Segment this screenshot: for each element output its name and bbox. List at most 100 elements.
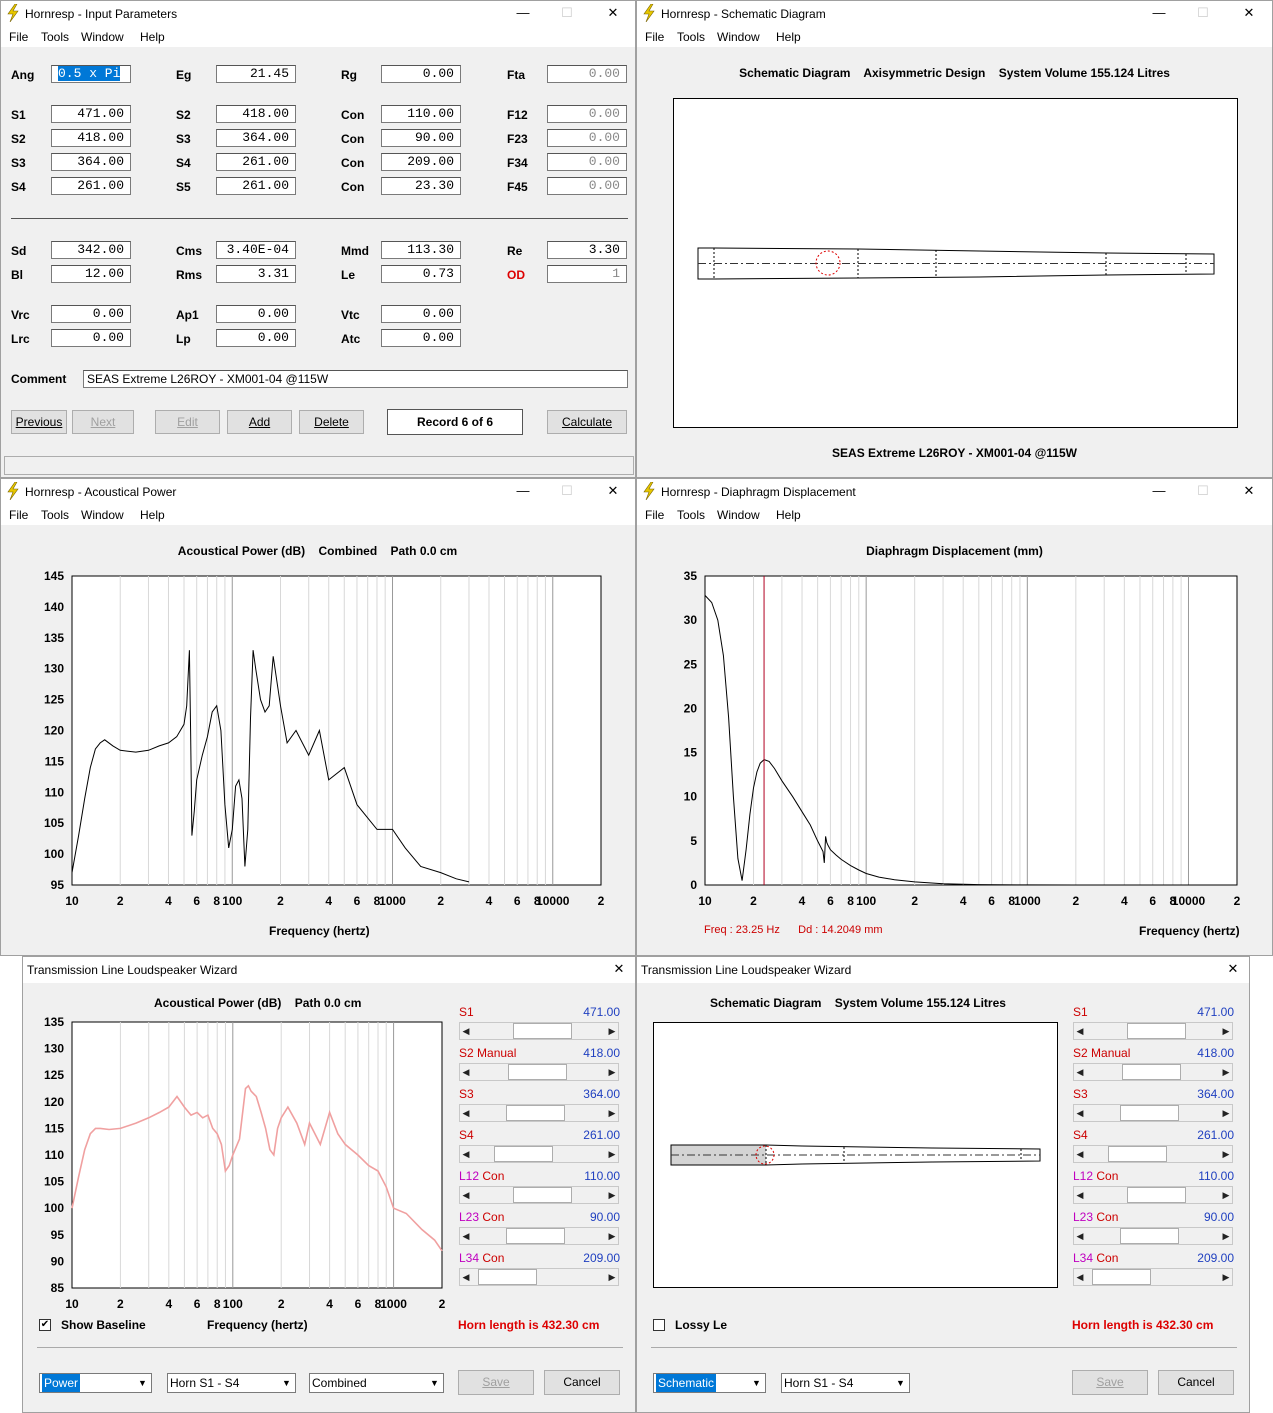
comment-input[interactable]: SEAS Extreme L26ROY - XM001-04 @115W	[83, 370, 628, 388]
param-field-fta[interactable]: 0.00	[547, 65, 627, 83]
param-field-con[interactable]: 110.00	[381, 105, 461, 123]
view-dropdown[interactable]: Power ▼	[39, 1373, 152, 1393]
arrow-left-icon[interactable]: ◀	[1074, 1065, 1086, 1079]
slider-l23[interactable]: ◀ ▶	[1073, 1227, 1233, 1245]
slider-thumb[interactable]	[1127, 1187, 1186, 1203]
param-field-re[interactable]: 3.30	[547, 241, 627, 259]
param-field-f34[interactable]: 0.00	[547, 153, 627, 171]
add-button[interactable]: Add	[227, 410, 292, 434]
param-field-s3[interactable]: 364.00	[51, 153, 131, 171]
arrow-right-icon[interactable]: ▶	[606, 1229, 618, 1243]
slider-s1[interactable]: ◀ ▶	[1073, 1022, 1233, 1040]
save-button[interactable]: Save	[1072, 1370, 1148, 1395]
slider-thumb[interactable]	[1120, 1105, 1179, 1121]
previous-button[interactable]: Previous	[11, 410, 67, 434]
menu-window[interactable]: Window	[717, 30, 760, 44]
param-field-rms[interactable]: 3.31	[216, 265, 296, 283]
param-field-lrc[interactable]: 0.00	[51, 329, 131, 347]
slider-thumb[interactable]	[506, 1105, 565, 1121]
arrow-left-icon[interactable]: ◀	[1074, 1106, 1086, 1120]
arrow-left-icon[interactable]: ◀	[460, 1024, 472, 1038]
edit-button[interactable]: Edit	[155, 410, 220, 434]
slider-l12[interactable]: ◀ ▶	[1073, 1186, 1233, 1204]
path-dropdown[interactable]: Combined ▼	[309, 1373, 444, 1393]
arrow-left-icon[interactable]: ◀	[460, 1065, 472, 1079]
param-field-bl[interactable]: 12.00	[51, 265, 131, 283]
slider-s3[interactable]: ◀ ▶	[459, 1104, 619, 1122]
param-field-mmd[interactable]: 113.30	[381, 241, 461, 259]
param-field-con[interactable]: 90.00	[381, 129, 461, 147]
param-field-vrc[interactable]: 0.00	[51, 305, 131, 323]
slider-l12[interactable]: ◀ ▶	[459, 1186, 619, 1204]
param-field-od[interactable]: 1	[547, 265, 627, 283]
menu-help[interactable]: Help	[140, 30, 165, 44]
menu-tools[interactable]: Tools	[677, 30, 705, 44]
slider-s4[interactable]: ◀ ▶	[1073, 1145, 1233, 1163]
horn-range-dropdown[interactable]: Horn S1 - S4 ▼	[781, 1373, 910, 1393]
param-field-s2[interactable]: 418.00	[51, 129, 131, 147]
arrow-right-icon[interactable]: ▶	[1220, 1106, 1232, 1120]
param-field-s1[interactable]: 471.00	[51, 105, 131, 123]
slider-thumb[interactable]	[1122, 1064, 1181, 1080]
arrow-right-icon[interactable]: ▶	[1220, 1024, 1232, 1038]
slider-thumb[interactable]	[1127, 1023, 1186, 1039]
maximize-icon[interactable]: ☐	[557, 5, 577, 21]
slider-thumb[interactable]	[508, 1064, 567, 1080]
arrow-right-icon[interactable]: ▶	[1220, 1065, 1232, 1079]
view-dropdown[interactable]: Schematic ▼	[653, 1373, 766, 1393]
slider-thumb[interactable]	[494, 1146, 553, 1162]
param-field-s4[interactable]: 261.00	[216, 153, 296, 171]
menu-window[interactable]: Window	[81, 30, 124, 44]
menu-file[interactable]: File	[645, 30, 664, 44]
arrow-right-icon[interactable]: ▶	[606, 1270, 618, 1284]
arrow-right-icon[interactable]: ▶	[1220, 1270, 1232, 1284]
minimize-icon[interactable]: —	[1149, 5, 1169, 21]
calculate-button[interactable]: Calculate	[547, 410, 627, 434]
slider-thumb[interactable]	[513, 1187, 572, 1203]
arrow-right-icon[interactable]: ▶	[606, 1024, 618, 1038]
param-field-ang[interactable]: 0.5 x Pi	[51, 65, 131, 83]
lossy-le-checkbox[interactable]	[653, 1319, 665, 1331]
arrow-left-icon[interactable]: ◀	[1074, 1147, 1086, 1161]
show-baseline-checkbox[interactable]: ✔	[39, 1319, 51, 1331]
param-field-sd[interactable]: 342.00	[51, 241, 131, 259]
slider-l34[interactable]: ◀ ▶	[459, 1268, 619, 1286]
arrow-right-icon[interactable]: ▶	[1220, 1229, 1232, 1243]
slider-s1[interactable]: ◀ ▶	[459, 1022, 619, 1040]
param-field-con[interactable]: 209.00	[381, 153, 461, 171]
param-field-eg[interactable]: 21.45	[216, 65, 296, 83]
delete-button[interactable]: Delete	[299, 410, 364, 434]
slider-l34[interactable]: ◀ ▶	[1073, 1268, 1233, 1286]
param-field-f12[interactable]: 0.00	[547, 105, 627, 123]
maximize-icon[interactable]: ☐	[1193, 5, 1213, 21]
slider-thumb[interactable]	[1120, 1228, 1179, 1244]
cancel-button[interactable]: Cancel	[1158, 1370, 1234, 1395]
arrow-left-icon[interactable]: ◀	[1074, 1024, 1086, 1038]
menu-help[interactable]: Help	[776, 30, 801, 44]
param-field-vtc[interactable]: 0.00	[381, 305, 461, 323]
close-icon[interactable]: ✕	[1239, 5, 1259, 21]
arrow-left-icon[interactable]: ◀	[460, 1229, 472, 1243]
menu-file[interactable]: File	[9, 30, 28, 44]
param-field-lp[interactable]: 0.00	[216, 329, 296, 347]
slider-l23[interactable]: ◀ ▶	[459, 1227, 619, 1245]
save-button[interactable]: Save	[458, 1370, 534, 1395]
arrow-left-icon[interactable]: ◀	[1074, 1229, 1086, 1243]
arrow-right-icon[interactable]: ▶	[1220, 1147, 1232, 1161]
close-icon[interactable]: ✕	[1223, 961, 1243, 977]
close-icon[interactable]: ✕	[603, 5, 623, 21]
arrow-left-icon[interactable]: ◀	[460, 1188, 472, 1202]
param-field-con[interactable]: 23.30	[381, 177, 461, 195]
param-field-s3[interactable]: 364.00	[216, 129, 296, 147]
param-field-atc[interactable]: 0.00	[381, 329, 461, 347]
arrow-left-icon[interactable]: ◀	[1074, 1270, 1086, 1284]
param-field-f23[interactable]: 0.00	[547, 129, 627, 147]
arrow-right-icon[interactable]: ▶	[606, 1188, 618, 1202]
param-field-le[interactable]: 0.73	[381, 265, 461, 283]
param-field-s4[interactable]: 261.00	[51, 177, 131, 195]
arrow-left-icon[interactable]: ◀	[460, 1270, 472, 1284]
param-field-cms[interactable]: 3.40E-04	[216, 241, 296, 259]
arrow-right-icon[interactable]: ▶	[606, 1065, 618, 1079]
slider-thumb[interactable]	[478, 1269, 537, 1285]
slider-s2[interactable]: ◀ ▶	[459, 1063, 619, 1081]
